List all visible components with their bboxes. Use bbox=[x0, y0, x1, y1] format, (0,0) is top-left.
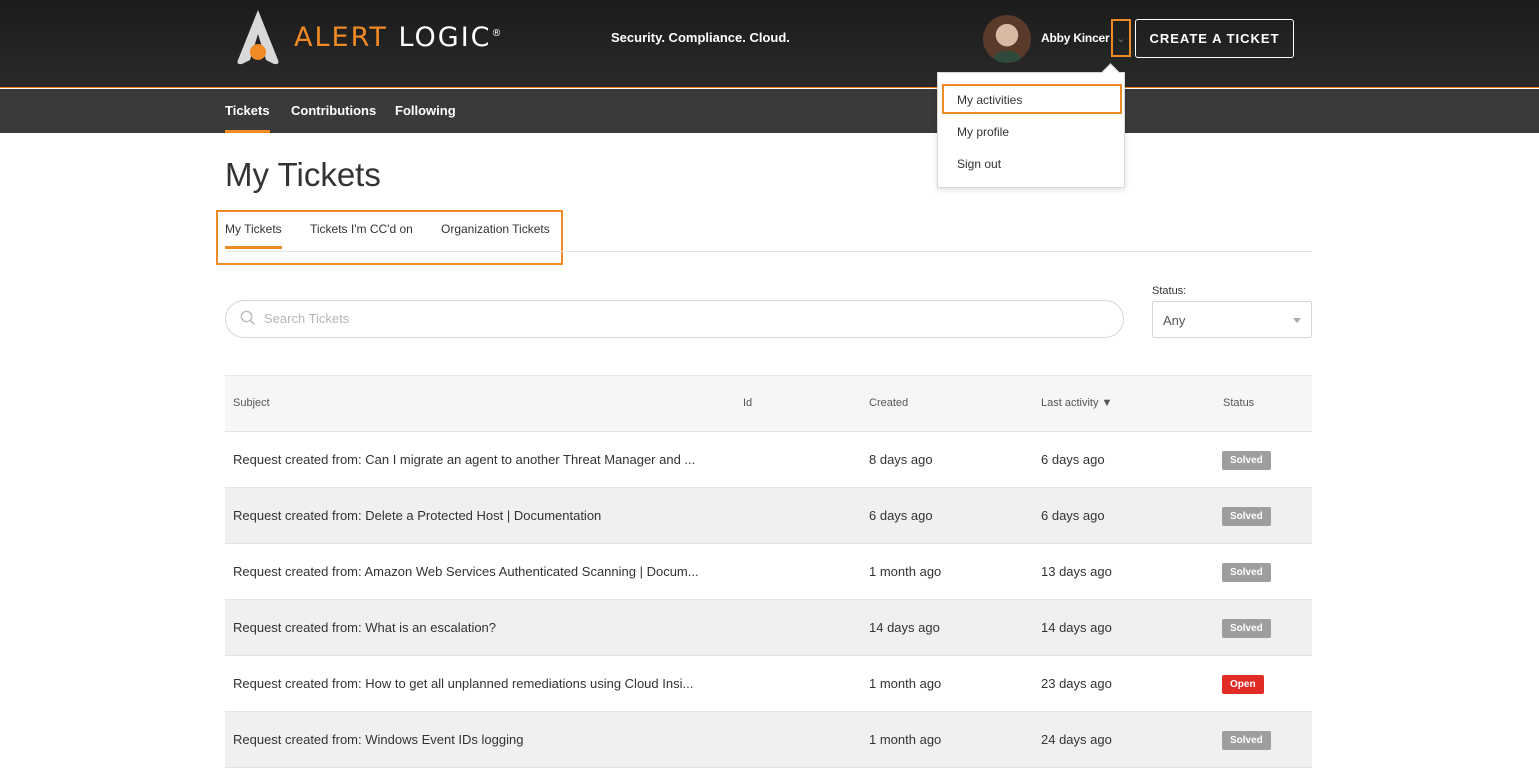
tab-my-tickets[interactable]: My Tickets bbox=[225, 222, 282, 249]
logo-text-logic: LOGIC bbox=[398, 21, 492, 53]
caret-down-icon bbox=[1293, 318, 1301, 323]
status-badge: Solved bbox=[1222, 619, 1271, 638]
table-row[interactable]: Request created from: Amazon Web Service… bbox=[225, 544, 1312, 600]
subnav-item-contributions[interactable]: Contributions bbox=[291, 103, 376, 118]
ticket-last-activity: 6 days ago bbox=[1041, 508, 1105, 523]
table-row[interactable]: Request created from: How to get all unp… bbox=[225, 656, 1312, 712]
tabs-highlight bbox=[216, 210, 563, 265]
tab-organization-tickets[interactable]: Organization Tickets bbox=[441, 222, 550, 236]
ticket-created: 14 days ago bbox=[869, 620, 940, 635]
column-header-created[interactable]: Created bbox=[869, 397, 908, 409]
logo-registered-mark: ® bbox=[491, 27, 504, 39]
search-icon bbox=[240, 310, 256, 326]
subnav-item-tickets[interactable]: Tickets bbox=[225, 103, 270, 133]
ticket-last-activity: 13 days ago bbox=[1041, 564, 1112, 579]
ticket-created: 8 days ago bbox=[869, 452, 933, 467]
sub-navigation: Tickets Contributions Following bbox=[0, 89, 1539, 133]
tab-cc-tickets[interactable]: Tickets I'm CC'd on bbox=[310, 222, 413, 236]
table-row[interactable]: Request created from: Windows Event IDs … bbox=[225, 712, 1312, 768]
ticket-created: 1 month ago bbox=[869, 676, 942, 691]
table-row[interactable]: Request created from: Can I migrate an a… bbox=[225, 432, 1312, 488]
subnav-item-following[interactable]: Following bbox=[395, 103, 456, 118]
ticket-created: 1 month ago bbox=[869, 564, 942, 579]
ticket-last-activity: 24 days ago bbox=[1041, 732, 1112, 747]
page-title: My Tickets bbox=[225, 156, 381, 193]
ticket-subject-link[interactable]: Request created from: Can I migrate an a… bbox=[233, 452, 703, 467]
ticket-created: 6 days ago bbox=[869, 508, 933, 523]
status-badge: Solved bbox=[1222, 451, 1271, 470]
user-avatar[interactable] bbox=[983, 15, 1031, 63]
column-header-status[interactable]: Status bbox=[1223, 397, 1254, 409]
ticket-subject-link[interactable]: Request created from: What is an escalat… bbox=[233, 620, 703, 635]
user-menu-toggle[interactable]: ⌄ bbox=[1111, 19, 1131, 57]
menu-item-my-profile[interactable]: My profile bbox=[957, 125, 1009, 139]
tickets-table: Subject Id Created Last activity ▼ Statu… bbox=[225, 375, 1312, 768]
menu-item-my-activities[interactable]: My activities bbox=[957, 93, 1022, 107]
user-dropdown-menu: My activities My profile Sign out bbox=[937, 72, 1125, 188]
tabs-divider bbox=[225, 251, 1312, 252]
ticket-subject-link[interactable]: Request created from: How to get all unp… bbox=[233, 676, 703, 691]
menu-item-sign-out[interactable]: Sign out bbox=[957, 157, 1001, 171]
status-filter-value: Any bbox=[1163, 313, 1186, 328]
table-header: Subject Id Created Last activity ▼ Statu… bbox=[225, 375, 1312, 432]
search-input[interactable] bbox=[264, 311, 1084, 326]
status-filter-label: Status: bbox=[1152, 285, 1187, 297]
table-row[interactable]: Request created from: What is an escalat… bbox=[225, 600, 1312, 656]
alert-logic-logo-icon bbox=[237, 10, 279, 65]
top-header: ALERT LOGIC® Security. Compliance. Cloud… bbox=[0, 0, 1539, 88]
ticket-last-activity: 6 days ago bbox=[1041, 452, 1105, 467]
status-badge: Solved bbox=[1222, 731, 1271, 750]
alert-logic-logo[interactable]: ALERT LOGIC® bbox=[232, 8, 504, 66]
ticket-last-activity: 14 days ago bbox=[1041, 620, 1112, 635]
status-badge: Open bbox=[1222, 675, 1264, 694]
status-filter-select[interactable]: Any bbox=[1152, 301, 1312, 338]
table-body: Request created from: Can I migrate an a… bbox=[225, 432, 1312, 768]
create-ticket-button[interactable]: CREATE A TICKET bbox=[1135, 19, 1294, 58]
user-name[interactable]: Abby Kincer bbox=[1041, 31, 1110, 45]
search-box bbox=[225, 300, 1124, 338]
tagline: Security. Compliance. Cloud. bbox=[611, 30, 790, 45]
table-row[interactable]: Request created from: Delete a Protected… bbox=[225, 488, 1312, 544]
logo-text-alert: ALERT bbox=[294, 21, 388, 53]
ticket-last-activity: 23 days ago bbox=[1041, 676, 1112, 691]
column-header-last-activity[interactable]: Last activity ▼ bbox=[1041, 397, 1112, 409]
column-header-subject[interactable]: Subject bbox=[233, 397, 270, 409]
ticket-created: 1 month ago bbox=[869, 732, 942, 747]
chevron-down-icon: ⌄ bbox=[1116, 32, 1126, 45]
ticket-subject-link[interactable]: Request created from: Windows Event IDs … bbox=[233, 732, 703, 747]
status-badge: Solved bbox=[1222, 507, 1271, 526]
column-header-id[interactable]: Id bbox=[743, 397, 752, 409]
status-badge: Solved bbox=[1222, 563, 1271, 582]
ticket-subject-link[interactable]: Request created from: Delete a Protected… bbox=[233, 508, 703, 523]
ticket-subject-link[interactable]: Request created from: Amazon Web Service… bbox=[233, 564, 703, 579]
